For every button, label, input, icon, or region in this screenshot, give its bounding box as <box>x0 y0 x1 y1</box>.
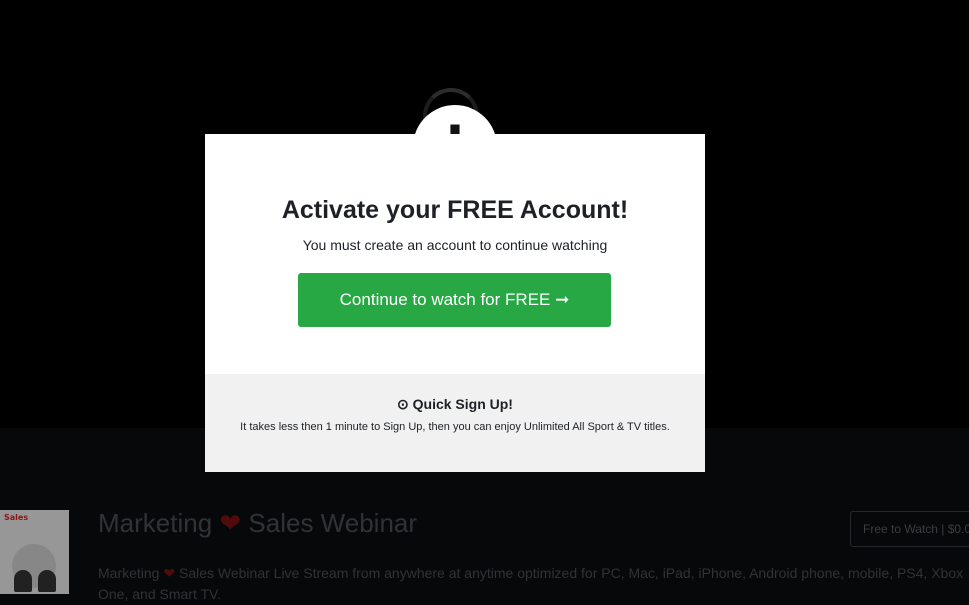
continue-free-button[interactable]: Continue to watch for FREE ➞ <box>298 273 611 327</box>
modal-subtitle: You must create an account to continue w… <box>302 237 608 253</box>
modal-footer: ⊙ Quick Sign Up! It takes less then 1 mi… <box>205 374 705 472</box>
modal-title: Activate your FREE Account! <box>281 196 629 224</box>
quick-signup-title: ⊙ Quick Sign Up! <box>397 396 513 412</box>
activate-account-modal: Activate your FREE Account! You must cre… <box>205 134 705 472</box>
quick-signup-text: It takes less then 1 minute to Sign Up, … <box>240 421 670 433</box>
